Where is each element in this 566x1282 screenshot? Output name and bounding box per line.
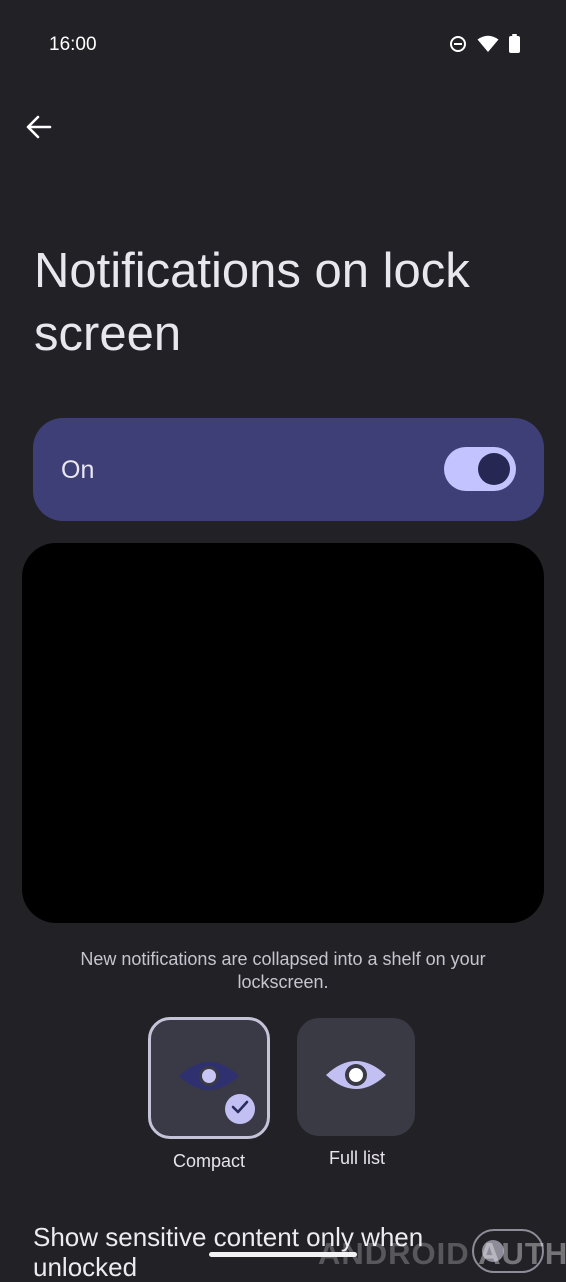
main-switch-toggle[interactable] — [444, 447, 516, 491]
option-full-list-tile[interactable] — [297, 1018, 415, 1136]
lockscreen-preview — [22, 543, 544, 923]
page-title: Notifications on lock screen — [34, 244, 470, 361]
option-compact[interactable]: Compact — [148, 1017, 270, 1172]
option-full-list[interactable]: Full list — [297, 1018, 417, 1169]
battery-icon — [509, 34, 520, 53]
main-switch-bar[interactable]: On — [33, 418, 544, 521]
preview-description: New notifications are collapsed into a s… — [80, 949, 486, 992]
selected-check-badge — [225, 1094, 255, 1124]
arrow-left-icon — [26, 115, 52, 144]
option-compact-label: Compact — [172, 1151, 246, 1171]
toggle-thumb — [478, 453, 510, 485]
option-compact-tile[interactable] — [148, 1017, 270, 1139]
back-button[interactable] — [18, 108, 60, 150]
option-full-list-label: Full list — [328, 1148, 385, 1168]
wifi-icon — [477, 35, 499, 53]
main-switch-label: On — [61, 456, 95, 484]
watermark-part2: AUTHORITY — [478, 1236, 566, 1271]
do-not-disturb-icon — [449, 35, 467, 53]
status-icons — [449, 34, 520, 53]
check-icon — [231, 1100, 249, 1119]
gesture-nav-bar[interactable] — [209, 1252, 357, 1257]
status-time: 16:00 — [49, 34, 97, 55]
eye-icon — [324, 1053, 388, 1102]
status-bar: 16:00 — [0, 0, 566, 92]
